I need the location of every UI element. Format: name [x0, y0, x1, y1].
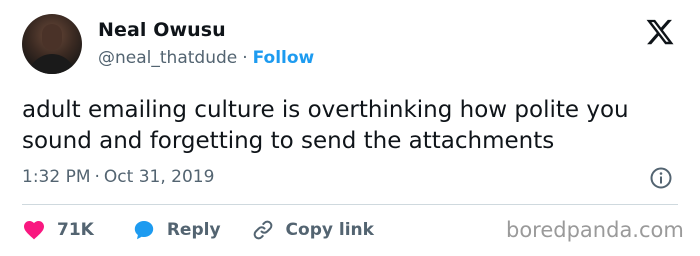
timestamp-separator: · — [94, 167, 100, 187]
avatar-head — [42, 24, 62, 50]
action-bar: 71K Reply Copy link — [22, 216, 374, 244]
reply-label: Reply — [166, 220, 221, 240]
handle-separator: · — [242, 48, 248, 68]
heart-icon — [24, 221, 44, 240]
watermark: boredpanda.com — [506, 218, 684, 242]
follow-link[interactable]: Follow — [253, 48, 315, 68]
like-button[interactable]: 71K — [22, 218, 94, 242]
link-icon — [253, 220, 272, 240]
tweet-time: 1:32 PM — [22, 167, 91, 187]
author-handle[interactable]: @neal_thatdude — [98, 48, 237, 68]
x-logo-icon[interactable] — [645, 17, 675, 47]
copy-link-button[interactable]: Copy link — [251, 218, 374, 242]
tweet-date: Oct 31, 2019 — [103, 167, 215, 187]
info-icon[interactable] — [649, 166, 673, 190]
reply-button[interactable]: Reply — [132, 218, 221, 242]
tweet-timestamp[interactable]: 1:32 PM · Oct 31, 2019 — [22, 167, 214, 187]
divider — [22, 204, 678, 205]
reply-bubble-icon — [134, 221, 154, 240]
like-count: 71K — [57, 220, 94, 240]
author-name[interactable]: Neal Owusu — [98, 19, 226, 41]
copy-link-label: Copy link — [285, 220, 374, 240]
tweet-text: adult emailing culture is overthinking h… — [22, 97, 629, 154]
avatar-shoulders — [28, 54, 76, 74]
avatar[interactable] — [22, 14, 82, 74]
author-handle-row: @neal_thatdude · Follow — [98, 48, 314, 68]
